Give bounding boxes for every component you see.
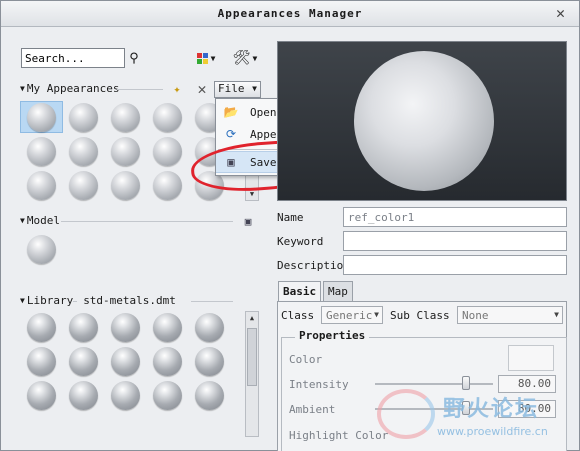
library-label: Library <box>26 294 74 307</box>
appearance-swatch[interactable] <box>27 137 56 166</box>
ambient-slider-handle[interactable] <box>462 401 470 415</box>
keyword-label: Keyword <box>277 235 324 248</box>
class-select-value: Generic <box>326 309 373 322</box>
library-swatch[interactable] <box>69 381 98 410</box>
appearance-swatch[interactable] <box>153 137 182 166</box>
library-swatch[interactable] <box>27 347 56 376</box>
my-appearances-label: My Appearances <box>26 82 120 95</box>
description-label: Description <box>277 259 350 272</box>
chevron-down-icon: ▼ <box>374 310 379 319</box>
library-swatch[interactable] <box>111 347 140 376</box>
scroll-down-icon[interactable]: ▼ <box>246 188 258 200</box>
intensity-slider[interactable] <box>375 383 493 385</box>
intensity-value[interactable]: 80.00 <box>498 375 556 393</box>
library-swatch[interactable] <box>153 381 182 410</box>
appearance-swatch[interactable] <box>69 103 98 132</box>
keyword-field[interactable] <box>343 231 567 251</box>
tab-map[interactable]: Map <box>323 281 353 301</box>
color-swatch-button[interactable] <box>508 345 554 371</box>
appearance-swatch[interactable] <box>27 103 56 132</box>
chevron-down-icon: ▼ <box>252 84 257 93</box>
search-input[interactable] <box>21 48 125 68</box>
ambient-value[interactable]: 80.00 <box>498 400 556 418</box>
appearance-swatch[interactable] <box>27 171 56 200</box>
appearance-swatch[interactable] <box>111 103 140 132</box>
tab-basic[interactable]: Basic <box>278 281 322 302</box>
collapse-triangle-icon: ▼ <box>20 84 25 93</box>
collapse-triangle-icon: ▼ <box>20 216 25 225</box>
highlight-color-label: Highlight Color <box>289 429 389 442</box>
palette-view-icon[interactable]: ▼ <box>193 49 219 67</box>
divider <box>117 89 163 90</box>
appearance-preview <box>277 41 567 201</box>
library-swatch[interactable] <box>111 381 140 410</box>
name-label: Name <box>277 211 304 224</box>
search-icon[interactable]: ⚲ <box>125 48 143 68</box>
library-swatch[interactable] <box>27 381 56 410</box>
tools-icon[interactable]: 🛠 ▼ <box>230 48 260 68</box>
description-field[interactable] <box>343 255 567 275</box>
appearance-swatch[interactable] <box>111 137 140 166</box>
folder-open-icon: 📂 <box>223 105 239 119</box>
name-field[interactable] <box>343 207 567 227</box>
library-swatch[interactable] <box>195 347 224 376</box>
appearances-manager-window: Appearances Manager ✕ ⚲ ▼ 🛠▼ ▼ My Appear… <box>0 0 580 451</box>
save-icon[interactable]: ▣ <box>240 213 256 229</box>
file-menu-button[interactable]: File ▼ <box>214 81 261 98</box>
model-appearance-swatch[interactable] <box>27 235 56 264</box>
new-appearance-icon[interactable]: ✦ <box>169 81 185 97</box>
class-label: Class <box>281 309 315 322</box>
delete-icon[interactable]: ✕ <box>194 80 210 98</box>
intensity-label: Intensity <box>289 378 349 391</box>
appearance-swatch[interactable] <box>69 137 98 166</box>
append-icon: ⟳ <box>225 127 237 141</box>
chevron-down-icon: ▼ <box>210 53 216 63</box>
library-swatch[interactable] <box>111 313 140 342</box>
library-swatch[interactable] <box>153 313 182 342</box>
scroll-up-icon[interactable]: ▲ <box>246 312 258 324</box>
library-scrollbar[interactable]: ▲ <box>245 311 259 437</box>
scroll-thumb[interactable] <box>247 328 257 386</box>
title-bar: Appearances Manager ✕ <box>1 1 579 27</box>
divider <box>73 301 77 302</box>
subclass-select[interactable]: None ▼ <box>457 306 563 324</box>
close-icon[interactable]: ✕ <box>556 4 565 22</box>
my-appearances-header[interactable]: ▼ My Appearances <box>20 82 120 95</box>
ambient-slider[interactable] <box>375 408 493 410</box>
subclass-select-value: None <box>462 309 489 322</box>
ambient-label: Ambient <box>289 403 336 416</box>
appearance-swatch[interactable] <box>153 171 182 200</box>
divider <box>191 301 233 302</box>
library-swatch[interactable] <box>69 313 98 342</box>
appearance-swatch[interactable] <box>153 103 182 132</box>
intensity-slider-handle[interactable] <box>462 376 470 390</box>
appearance-swatch[interactable] <box>69 171 98 200</box>
preview-sphere <box>354 51 494 191</box>
library-header[interactable]: ▼ Library std-metals.dmt <box>20 294 176 307</box>
library-swatch[interactable] <box>27 313 56 342</box>
color-label: Color <box>289 353 323 366</box>
model-label: Model <box>26 214 60 227</box>
library-swatch[interactable] <box>153 347 182 376</box>
class-select[interactable]: Generic ▼ <box>321 306 383 324</box>
divider <box>61 221 233 222</box>
appearance-swatch[interactable] <box>111 171 140 200</box>
chevron-down-icon: ▼ <box>554 310 559 319</box>
model-header[interactable]: ▼ Model <box>20 214 60 227</box>
library-swatch[interactable] <box>69 347 98 376</box>
library-swatch[interactable] <box>195 313 224 342</box>
save-icon: ▣ <box>227 155 235 169</box>
library-swatch[interactable] <box>195 381 224 410</box>
library-file-name: std-metals.dmt <box>83 294 176 307</box>
subclass-label: Sub Class <box>390 309 450 322</box>
file-menu-label: File <box>218 82 245 95</box>
window-title: Appearances Manager <box>217 7 363 20</box>
collapse-triangle-icon: ▼ <box>20 296 25 305</box>
properties-group-title: Properties <box>295 329 370 342</box>
